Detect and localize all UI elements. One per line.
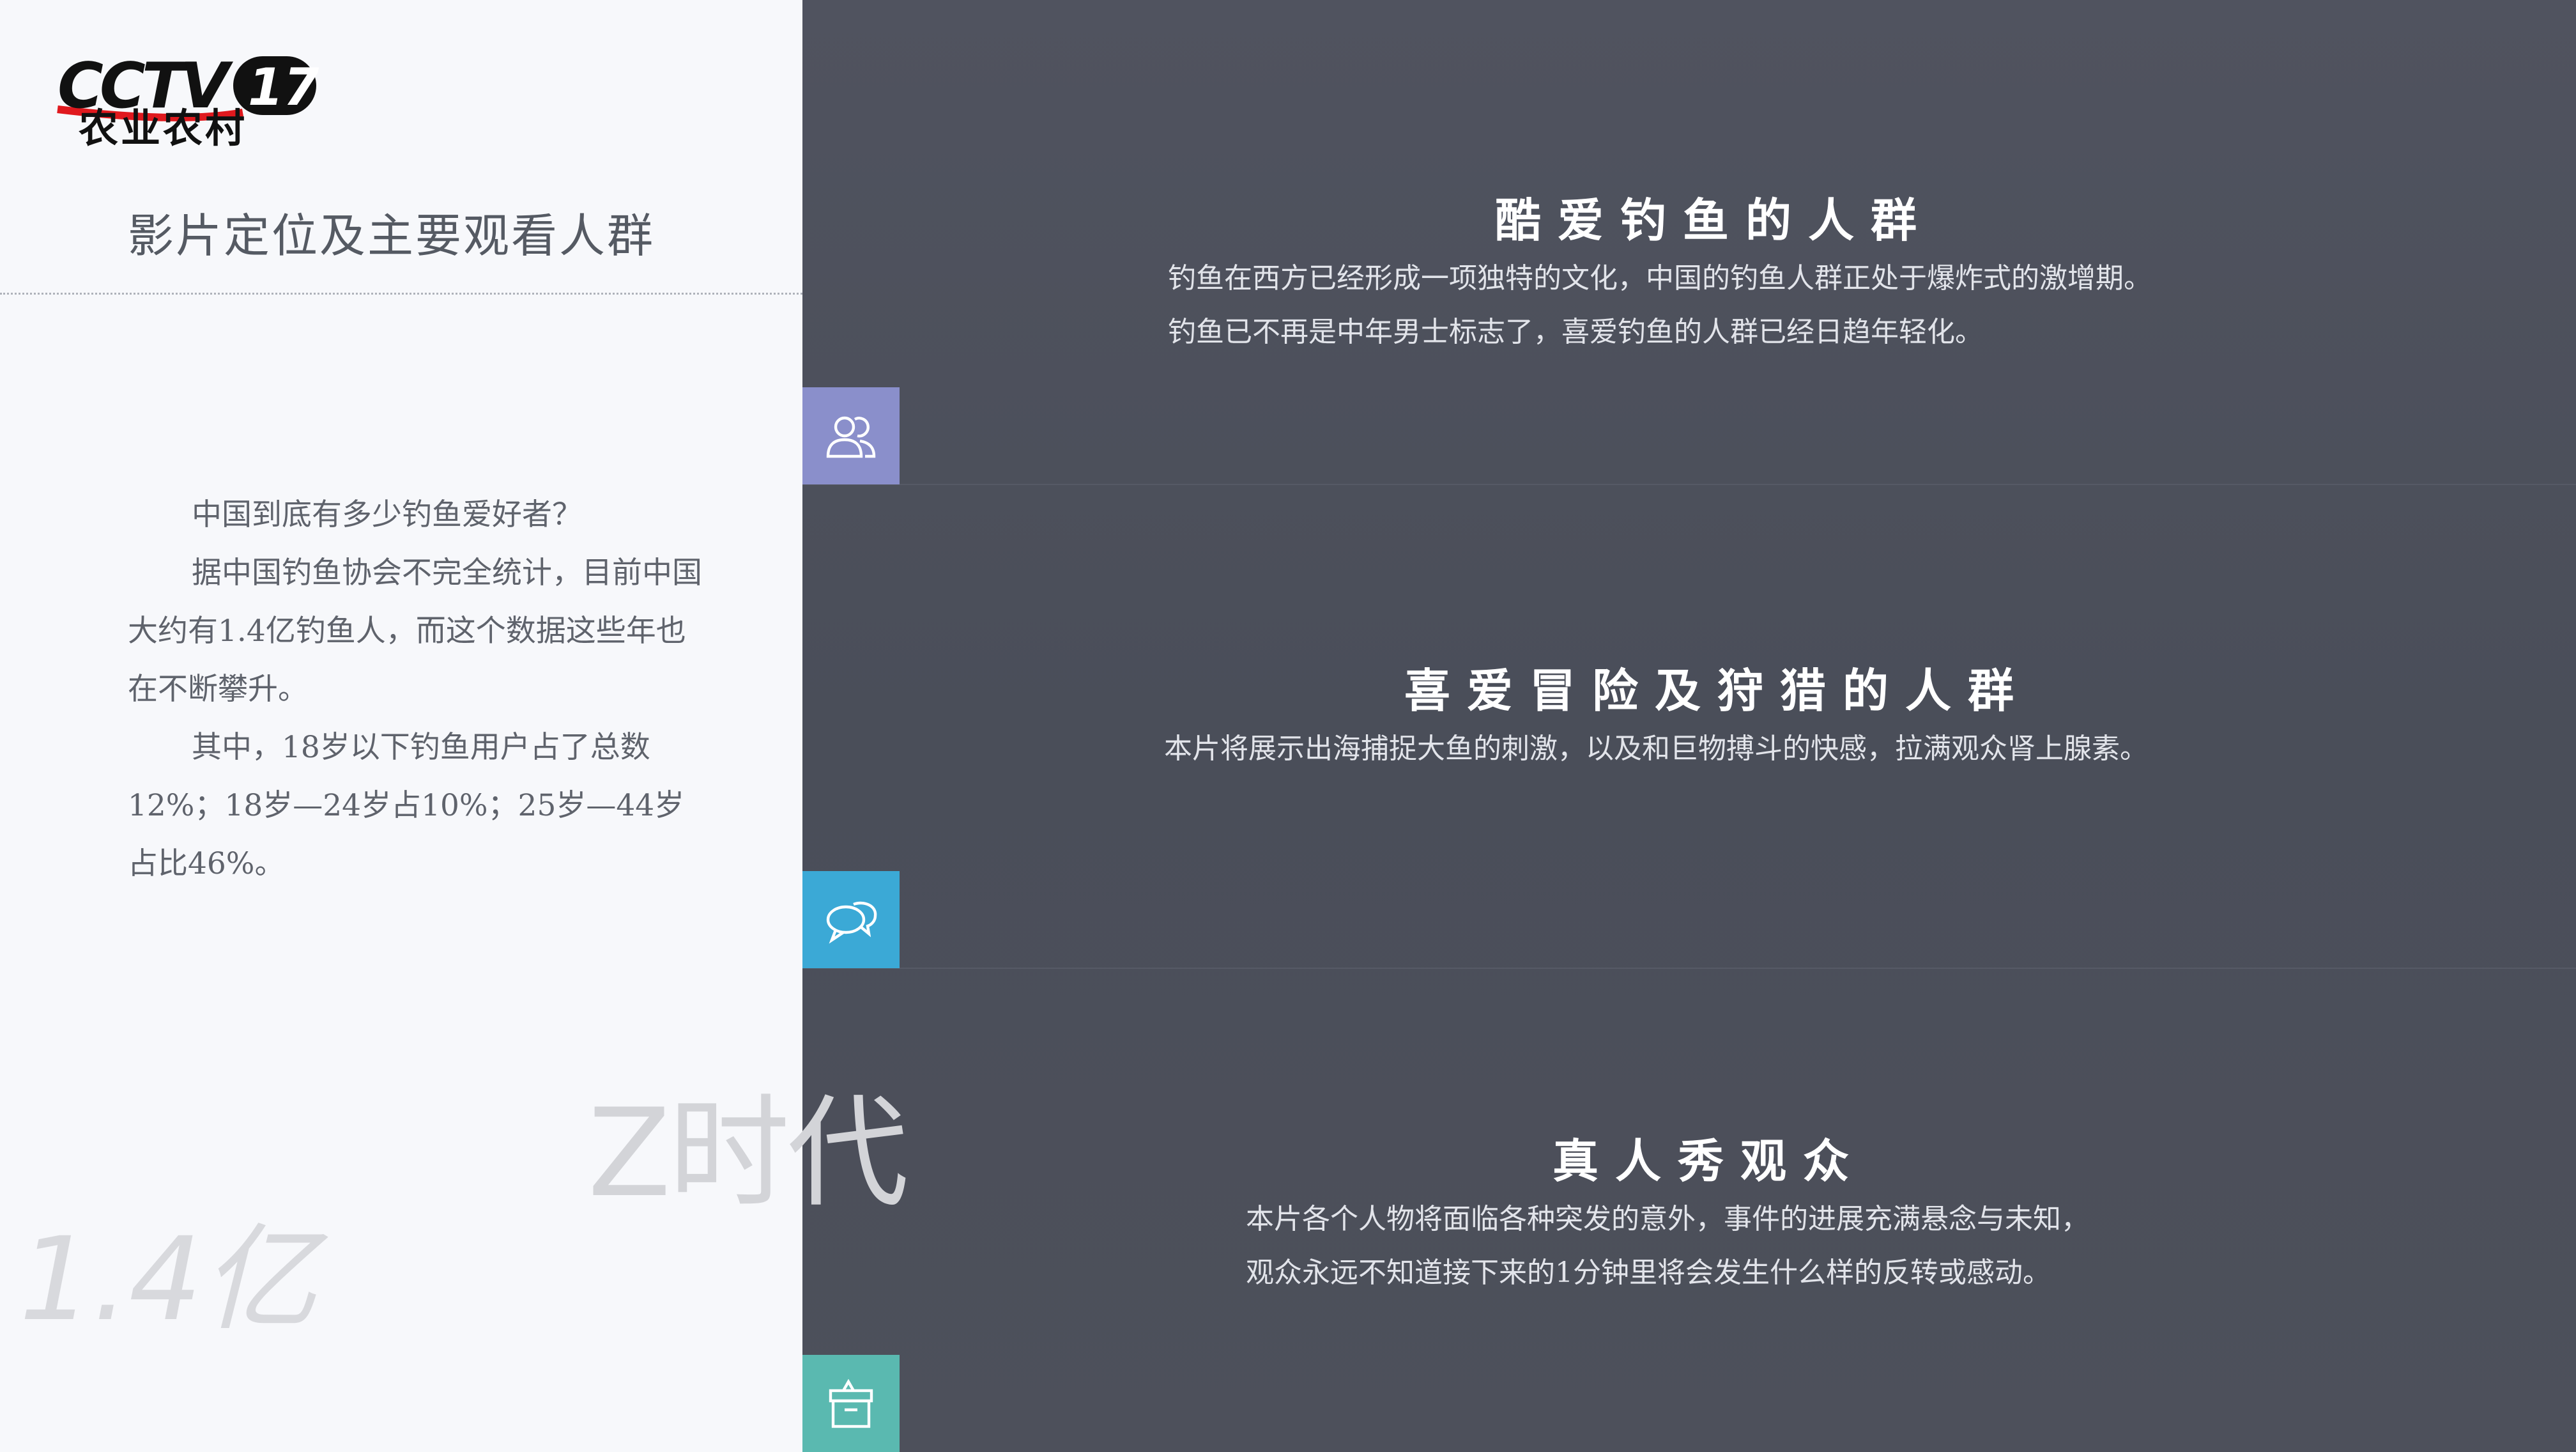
chat-bubbles-icon [826, 901, 877, 944]
block-title-reality-show-audience: 真人秀观众 [1552, 1134, 1866, 1188]
page-title: 影片定位及主要观看人群 [128, 209, 656, 263]
block-title-adventure-hunters: 喜爱冒险及狩猎的人群 [1404, 663, 2031, 718]
gift-box-icon [829, 1379, 873, 1428]
logo-subtitle: 农业农村 [78, 105, 247, 151]
intro-statistic: 据中国钓鱼协会不完全统计，目前中国大约有1.4亿钓鱼人，而这个数据这些年也在不断… [128, 555, 702, 707]
users-icon [826, 416, 876, 458]
watermark-number: 1.4亿 [19, 1213, 318, 1347]
intro-question: 中国到底有多少钓鱼爱好者？ [192, 497, 582, 532]
block-text-adventure-hunters: 本片将展示出海捕捉大鱼的刺激，以及和巨物搏斗的快感，拉满观众肾上腺素。 [1164, 722, 2148, 776]
block-line: 本片将展示出海捕捉大鱼的刺激，以及和巨物搏斗的快感，拉满观众肾上腺素。 [1164, 732, 2148, 765]
audience-tile-box [802, 1355, 900, 1452]
dotted-divider [0, 293, 802, 295]
audience-tile-chat [802, 871, 900, 968]
block-line: 钓鱼已不再是中年男士标志了，喜爱钓鱼的人群已经日趋年轻化。 [1168, 316, 1983, 348]
audience-tile-users [802, 387, 900, 484]
block-text-fishing-lovers: 钓鱼在西方已经形成一项独特的文化，中国的钓鱼人群正处于爆炸式的激增期。 钓鱼已不… [1168, 252, 2152, 359]
block-line: 观众永远不知道接下来的1分钟里将会发生什么样的反转或感动。 [1246, 1256, 2051, 1289]
left-panel: CCTV 17 农业农村 影片定位及主要观看人群 中国到底有多少钓鱼爱好者？ 据… [0, 0, 802, 1452]
block-line: 本片各个人物将面临各种突发的意外，事件的进展充满悬念与未知， [1246, 1203, 2089, 1235]
intro-text: 中国到底有多少钓鱼爱好者？ 据中国钓鱼协会不完全统计，目前中国大约有1.4亿钓鱼… [128, 486, 703, 893]
intro-age-breakdown: 其中，18岁以下钓鱼用户占了总数12%；18岁—24岁占10%；25岁—44岁占… [128, 730, 685, 881]
block-title-fishing-lovers: 酷爱钓鱼的人群 [1495, 193, 1934, 247]
block-text-reality-show-audience: 本片各个人物将面临各种突发的意外，事件的进展充满悬念与未知， 观众永远不知道接下… [1246, 1193, 2089, 1300]
band-separator [802, 484, 2576, 485]
watermark-z-generation: Z时代 [588, 1083, 908, 1224]
band-separator [802, 968, 2576, 969]
block-line: 钓鱼在西方已经形成一项独特的文化，中国的钓鱼人群正处于爆炸式的激增期。 [1168, 262, 2152, 295]
